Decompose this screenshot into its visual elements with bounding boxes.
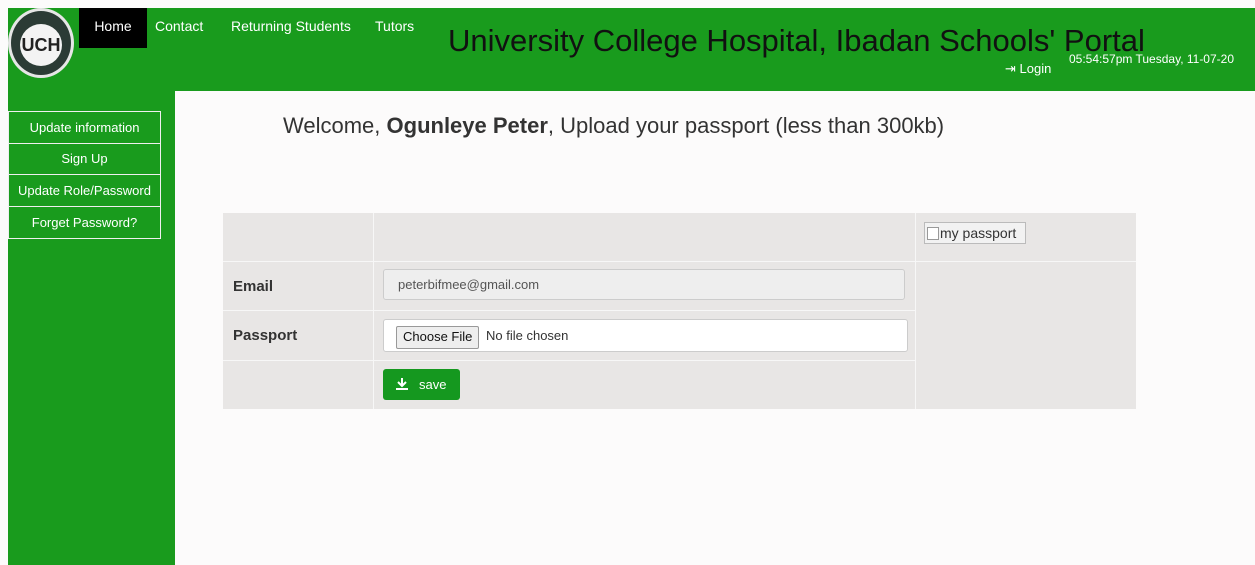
nav-tutors[interactable]: Tutors [375,18,414,34]
login-icon: ⇥ [1005,61,1016,76]
passport-label: Passport [233,327,298,344]
passport-file-input[interactable]: Choose File No file chosen [383,319,908,352]
nav-home[interactable]: Home [79,8,147,48]
no-file-chosen-text: No file chosen [486,328,569,343]
email-field[interactable]: peterbifmee@gmail.com [383,269,905,300]
page-margin [0,0,8,565]
portal-title: University College Hospital, Ibadan Scho… [448,23,1145,58]
passport-alt-text: my passport [940,225,1017,241]
choose-file-button[interactable]: Choose File [396,326,480,349]
form-divider-left [373,213,374,409]
user-name: Ogunleye Peter [386,113,548,138]
sidebar: Update information Sign Up Update Role/P… [8,91,175,565]
save-button[interactable]: save [383,369,460,400]
login-label: Login [1019,61,1052,76]
nav-contact[interactable]: Contact [155,18,203,34]
save-label: save [419,377,447,392]
passport-upload-form: my passport Email peterbifmee@gmail.com … [223,213,1136,409]
nav-returning-students[interactable]: Returning Students [231,18,351,34]
broken-image-icon [927,227,939,240]
login-link[interactable]: ⇥ Login [1005,61,1051,77]
passport-image-placeholder: my passport [924,222,1026,244]
welcome-suffix: , Upload your passport (less than 300kb) [547,113,945,138]
form-divider-right [915,213,916,409]
sidebar-item-update-information[interactable]: Update information [8,111,161,144]
form-row-divider [223,360,915,361]
clock-text: 05:54:57pm Tuesday, 11-07-20 [1069,52,1234,66]
form-row-divider [223,261,1136,262]
top-header: UCH Home Contact Returning Students Tuto… [8,8,1255,91]
download-icon [396,378,408,390]
welcome-prefix: Welcome, [283,113,387,138]
welcome-heading: Welcome, Ogunleye Peter, Upload your pas… [283,113,944,139]
logo-text: UCH [20,24,62,66]
email-label: Email [233,278,274,295]
sidebar-item-update-role-password[interactable]: Update Role/Password [8,175,161,207]
form-row-divider [223,310,915,311]
uch-logo[interactable]: UCH [8,8,74,78]
sidebar-item-forget-password[interactable]: Forget Password? [8,207,161,239]
sidebar-item-sign-up[interactable]: Sign Up [8,143,161,175]
